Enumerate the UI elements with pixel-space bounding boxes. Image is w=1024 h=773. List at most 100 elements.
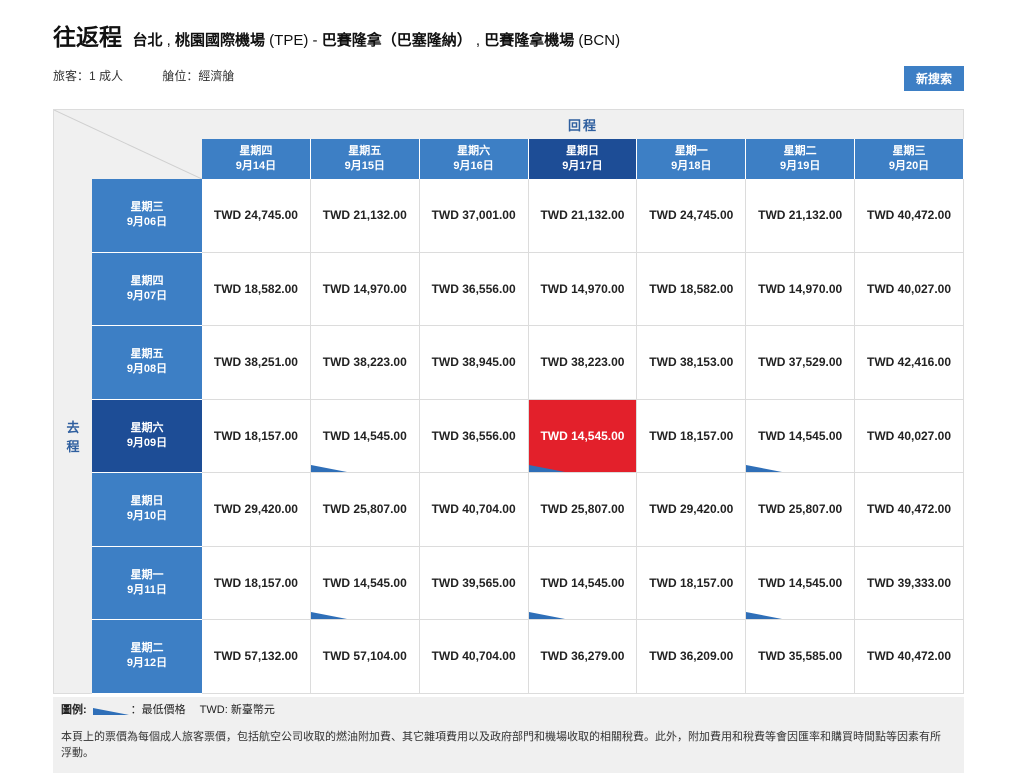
fare-cell[interactable]: TWD 57,132.00 (202, 620, 311, 694)
fare-cell[interactable]: TWD 42,416.00 (855, 326, 964, 400)
fare-cell[interactable]: TWD 14,970.00 (310, 252, 420, 326)
return-date-header[interactable]: 星期日 9月17日 (528, 139, 638, 179)
depart-weekday: 星期一 (130, 568, 164, 581)
fare-cell[interactable]: TWD 18,582.00 (637, 252, 747, 326)
fare-price: TWD 24,745.00 (649, 208, 734, 223)
return-date: 9月14日 (235, 160, 277, 172)
depart-date-header[interactable]: 星期日 9月10日 (92, 473, 202, 547)
fare-price: TWD 29,420.00 (213, 502, 298, 517)
return-date-header[interactable]: 星期四 9月14日 (202, 139, 311, 179)
new-search-button[interactable]: 新搜索 (904, 66, 964, 91)
lowest-price-marker-icon (92, 706, 129, 715)
legend-lowest-text: ：最低價格 (130, 704, 186, 716)
fare-cell[interactable]: TWD 25,807.00 (528, 473, 638, 547)
fare-cell[interactable]: TWD 14,970.00 (746, 252, 856, 326)
fare-price: TWD 38,251.00 (213, 355, 298, 370)
fare-cell[interactable]: TWD 24,745.00 (202, 179, 311, 253)
fare-price: TWD 18,582.00 (649, 281, 734, 296)
fare-cell[interactable]: TWD 21,132.00 (528, 179, 638, 253)
fare-cell[interactable]: TWD 39,565.00 (419, 546, 529, 620)
fare-cell[interactable]: TWD 21,132.00 (310, 179, 420, 253)
fare-cell[interactable]: TWD 18,582.00 (202, 252, 311, 326)
fare-cell[interactable]: TWD 38,153.00 (637, 326, 747, 400)
fare-cell[interactable]: TWD 18,157.00 (202, 399, 311, 473)
return-weekday: 星期四 (239, 145, 273, 157)
fare-price: TWD 14,545.00 (322, 428, 407, 443)
fare-cell[interactable]: TWD 18,157.00 (637, 546, 747, 620)
return-date-header[interactable]: 星期一 9月18日 (637, 139, 747, 179)
fare-cell[interactable]: TWD 14,545.00 (746, 546, 856, 620)
fare-cell[interactable]: TWD 36,209.00 (637, 620, 747, 694)
fare-cell[interactable]: TWD 36,556.00 (419, 399, 529, 473)
legend-row: 圖例: ：最低價格 TWD: 新臺幣元 (61, 701, 956, 717)
return-weekday: 星期三 (892, 145, 926, 157)
fare-cell[interactable]: TWD 14,970.00 (528, 252, 638, 326)
page-title: 往返程 台北 , 桃園國際機場 (TPE) - 巴賽隆拿（巴塞隆納） , 巴賽隆… (53, 18, 620, 52)
fare-price: TWD 40,704.00 (431, 649, 516, 664)
fare-price: TWD 39,565.00 (431, 575, 516, 590)
fare-price: TWD 38,223.00 (322, 355, 407, 370)
fare-cell[interactable]: TWD 36,556.00 (419, 252, 529, 326)
fare-cell[interactable]: TWD 38,223.00 (528, 326, 638, 400)
return-date-header[interactable]: 星期三 9月20日 (855, 139, 964, 179)
fare-cell[interactable]: TWD 24,745.00 (637, 179, 747, 253)
fare-cell[interactable]: TWD 14,545.00 (746, 399, 856, 473)
fare-cell[interactable]: TWD 36,279.00 (528, 620, 638, 694)
origin-code: (TPE) (269, 32, 309, 49)
fare-price: TWD 36,556.00 (431, 281, 516, 296)
return-weekday: 星期五 (348, 145, 382, 157)
fare-cell[interactable]: TWD 40,704.00 (419, 620, 529, 694)
depart-axis-label-char-2: 程 (66, 438, 80, 454)
return-date: 9月18日 (671, 160, 712, 172)
dest-airport: 巴賽隆拿機場 (484, 32, 575, 49)
fare-price: TWD 14,545.00 (322, 575, 407, 590)
fare-cell[interactable]: TWD 40,027.00 (855, 252, 964, 326)
fare-cell-selected[interactable]: TWD 14,545.00 (528, 399, 638, 473)
passenger-count: 旅客：1 成人 (53, 69, 124, 83)
lowest-price-marker-icon (528, 465, 565, 472)
depart-axis-label-char-1: 去 (66, 419, 80, 435)
fare-cell[interactable]: TWD 38,223.00 (310, 326, 420, 400)
return-date-header[interactable]: 星期二 9月19日 (746, 139, 856, 179)
depart-date-header[interactable]: 星期四 9月07日 (92, 252, 202, 326)
depart-weekday: 星期三 (130, 201, 164, 214)
fare-price: TWD 40,472.00 (866, 502, 952, 517)
return-weekday: 星期一 (674, 145, 708, 157)
fare-price: TWD 39,333.00 (866, 575, 952, 590)
fare-cell[interactable]: TWD 18,157.00 (202, 546, 311, 620)
fare-price: TWD 18,157.00 (213, 428, 298, 443)
depart-axis-label: 去 程 (54, 179, 92, 694)
fare-cell[interactable]: TWD 29,420.00 (637, 473, 747, 547)
fare-cell[interactable]: TWD 37,001.00 (419, 179, 529, 253)
return-axis-label: 回程 (567, 118, 598, 133)
fare-cell[interactable]: TWD 21,132.00 (746, 179, 856, 253)
fare-cell[interactable]: TWD 25,807.00 (310, 473, 420, 547)
depart-date-header[interactable]: 星期三 9月06日 (92, 179, 202, 253)
depart-date-header[interactable]: 星期一 9月11日 (92, 546, 202, 620)
fare-price: TWD 21,132.00 (540, 208, 625, 223)
fare-cell[interactable]: TWD 14,545.00 (528, 546, 638, 620)
return-date-header[interactable]: 星期五 9月15日 (310, 139, 420, 179)
fare-cell[interactable]: TWD 38,945.00 (419, 326, 529, 400)
fare-cell[interactable]: TWD 14,545.00 (310, 546, 420, 620)
fare-cell[interactable]: TWD 37,529.00 (746, 326, 856, 400)
fare-cell[interactable]: TWD 18,157.00 (637, 399, 747, 473)
fare-cell[interactable]: TWD 57,104.00 (310, 620, 420, 694)
fare-cell[interactable]: TWD 40,027.00 (855, 399, 964, 473)
fare-cell[interactable]: TWD 40,472.00 (855, 473, 964, 547)
fare-cell[interactable]: TWD 40,704.00 (419, 473, 529, 547)
depart-date-header[interactable]: 星期二 9月12日 (92, 620, 202, 694)
fare-cell[interactable]: TWD 29,420.00 (202, 473, 311, 547)
fare-price: TWD 36,279.00 (540, 649, 625, 664)
fare-cell[interactable]: TWD 38,251.00 (202, 326, 311, 400)
fare-cell[interactable]: TWD 39,333.00 (855, 546, 964, 620)
fare-cell[interactable]: TWD 25,807.00 (746, 473, 856, 547)
fare-cell[interactable]: TWD 14,545.00 (310, 399, 420, 473)
depart-date-header[interactable]: 星期五 9月08日 (92, 326, 202, 400)
depart-date-header[interactable]: 星期六 9月09日 (92, 399, 202, 473)
fare-cell[interactable]: TWD 40,472.00 (855, 620, 964, 694)
return-date-header[interactable]: 星期六 9月16日 (419, 139, 529, 179)
fare-price: TWD 25,807.00 (322, 502, 407, 517)
fare-cell[interactable]: TWD 35,585.00 (746, 620, 856, 694)
fare-cell[interactable]: TWD 40,472.00 (855, 179, 964, 253)
